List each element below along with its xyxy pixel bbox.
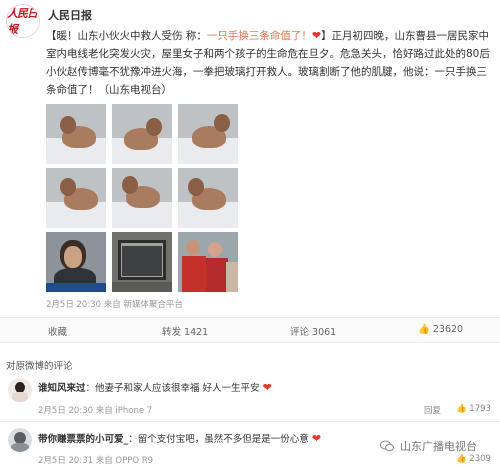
watermark-text: 山东广播电视台 [400, 440, 477, 453]
comment-like-button[interactable]: 👍 1793 [456, 404, 491, 414]
post-image[interactable] [112, 104, 172, 164]
comment-button[interactable]: 评论 3061 [290, 324, 336, 338]
comment-meta: 2月5日 20:30 来自 iPhone 7 [38, 406, 153, 416]
post-image[interactable] [112, 168, 172, 228]
commenter-avatar[interactable] [8, 378, 32, 402]
heart-emoji-icon: ❤ [311, 432, 322, 445]
comment-like-count: 2309 [469, 454, 491, 464]
heart-emoji-icon: ❤ [262, 381, 272, 394]
post-meta: 2月5日 20:30 来自 新媒体聚合平台 [46, 300, 183, 310]
post-text-quote: 一只手换三条命值了！ [206, 30, 312, 42]
comment-text: ：留个支付宝吧，虽然不多但是是一份心意 [128, 434, 309, 445]
comment-item: 谁知风来过：他妻子和家人应该很幸福 好人一生平安 ❤ 2月5日 20:30 来自… [0, 374, 500, 420]
like-button[interactable]: 👍 23620 [418, 324, 463, 335]
wechat-icon [380, 440, 394, 452]
post-image[interactable] [178, 168, 238, 228]
family-image[interactable] [178, 232, 238, 292]
like-count: 23620 [432, 324, 464, 335]
commenter-name[interactable]: 带你赚票票的小可爱_ [38, 434, 128, 445]
news-clip-image[interactable] [46, 232, 106, 292]
thumb-up-icon: 👍 [456, 454, 467, 464]
comment-like-button[interactable]: 👍 2309 [456, 454, 491, 464]
author-logo: 人民日报 [7, 7, 38, 36]
comment-text: ：他妻子和家人应该很幸福 好人一生平安 [85, 383, 260, 394]
heart-emoji-icon: ❤ [311, 29, 322, 42]
comment-divider [0, 421, 500, 422]
comment-like-count: 1793 [469, 404, 491, 414]
watermark: 山东广播电视台 [380, 438, 477, 454]
reply-button[interactable]: 回复 [424, 404, 441, 416]
commenter-avatar[interactable] [8, 428, 32, 452]
post-text: 【暖！山东小伙火中救人受伤 称：一只手换三条命值了！❤】正月初四晚，山东曹县一居… [46, 27, 492, 99]
burned-window-image[interactable] [112, 232, 172, 292]
action-bar: 收藏 转发 1421 评论 3061 👍 23620 [0, 317, 500, 343]
author-avatar[interactable]: 人民日报 [6, 4, 40, 38]
comments-title: 对原微博的评论 [6, 361, 73, 372]
commenter-name[interactable]: 谁知风来过 [38, 383, 86, 394]
thumb-up-icon: 👍 [456, 404, 467, 414]
repost-button[interactable]: 转发 1421 [162, 324, 208, 338]
post-image[interactable] [178, 104, 238, 164]
comment-meta: 2月5日 20:31 来自 OPPO R9 [38, 456, 154, 466]
thumb-up-icon: 👍 [418, 324, 430, 335]
post-text-prefix: 【暖！山东小伙火中救人受伤 称： [46, 30, 207, 42]
post-image[interactable] [46, 168, 106, 228]
favorite-button[interactable]: 收藏 [48, 324, 67, 338]
post-image[interactable] [46, 104, 106, 164]
author-name[interactable]: 人民日报 [48, 7, 92, 23]
